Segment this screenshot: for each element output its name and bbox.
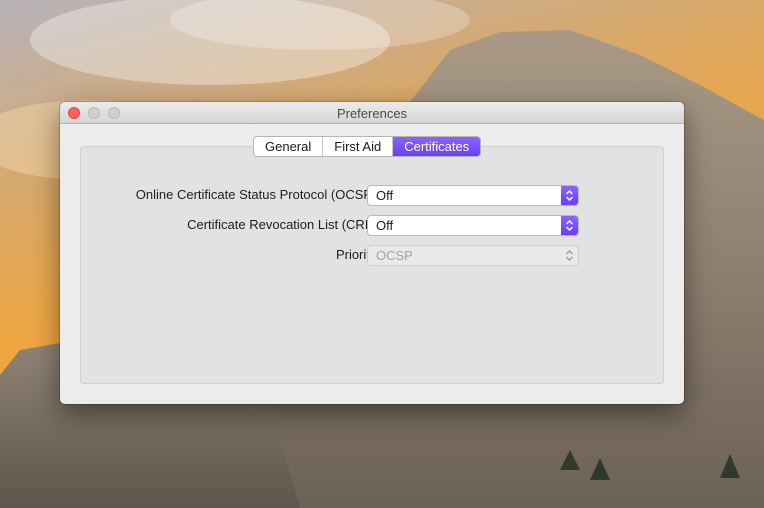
window-title: Preferences xyxy=(336,106,408,121)
up-down-chevron-icon xyxy=(561,246,578,265)
priority-setting-row: Priority: OCSP xyxy=(80,245,664,266)
crl-setting-row: Certificate Revocation List (CRL): Off xyxy=(80,215,664,236)
preferences-window: Preferences General First Aid Certificat… xyxy=(60,102,684,404)
up-down-chevron-icon xyxy=(561,186,578,205)
ocsp-popup[interactable]: Off xyxy=(367,185,579,206)
priority-value: OCSP xyxy=(376,248,413,263)
crl-label: Certificate Revocation List (CRL): xyxy=(187,217,380,232)
ocsp-label: Online Certificate Status Protocol (OCSP… xyxy=(135,187,380,202)
priority-popup[interactable]: OCSP xyxy=(367,245,579,266)
crl-popup[interactable]: Off xyxy=(367,215,579,236)
preferences-tabs: General First Aid Certificates xyxy=(253,136,482,157)
up-down-chevron-icon xyxy=(561,216,578,235)
desktop: Preferences General First Aid Certificat… xyxy=(0,0,764,508)
ocsp-setting-row: Online Certificate Status Protocol (OCSP… xyxy=(80,185,664,206)
tab-first-aid[interactable]: First Aid xyxy=(323,137,394,156)
tab-general[interactable]: General xyxy=(254,137,324,156)
title-bar[interactable]: Preferences xyxy=(60,102,684,124)
ocsp-value: Off xyxy=(376,188,394,203)
crl-value: Off xyxy=(376,218,394,233)
tab-certificates[interactable]: Certificates xyxy=(393,137,481,156)
